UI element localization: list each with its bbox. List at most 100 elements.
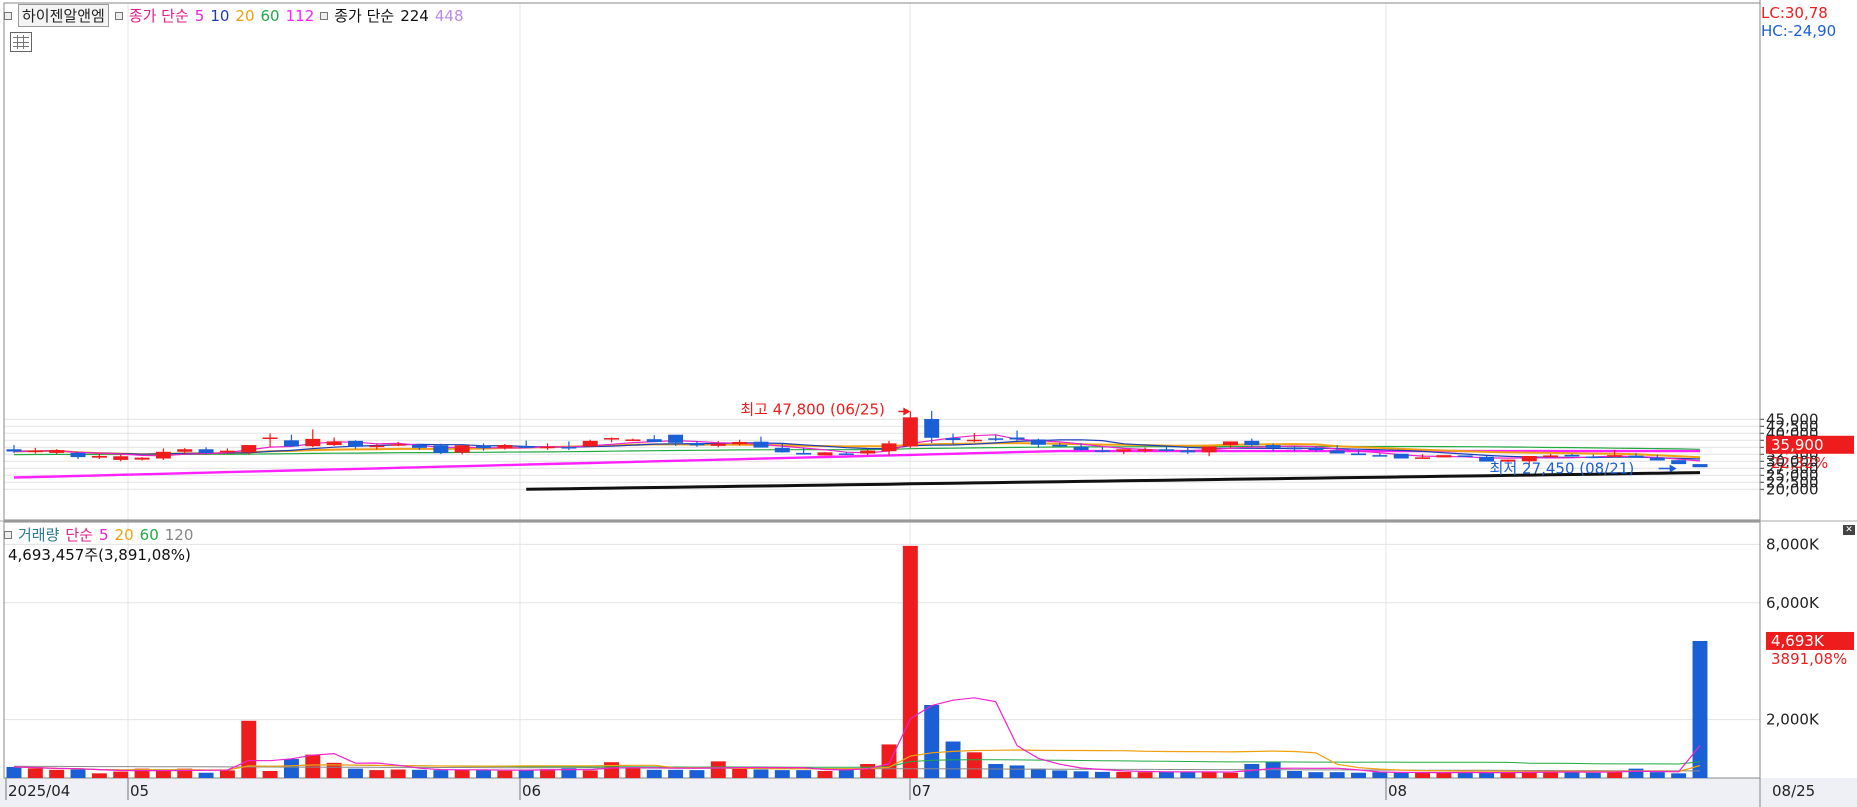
volume-bar xyxy=(1607,772,1623,778)
candle-body xyxy=(433,445,449,453)
volume-ma-title: 단순 xyxy=(65,526,94,544)
candle-body xyxy=(1415,457,1431,459)
volume-bar xyxy=(241,720,257,778)
volume-bar xyxy=(497,770,513,778)
candle-body xyxy=(988,438,1004,440)
candle-body xyxy=(1137,449,1153,452)
candle-body xyxy=(1649,457,1665,461)
volume-bar xyxy=(817,770,833,778)
volume-bar xyxy=(582,770,598,778)
volume-bar xyxy=(689,770,705,778)
volume-bar xyxy=(1479,772,1495,778)
candle-body xyxy=(1457,455,1473,457)
candle-body xyxy=(454,445,470,453)
candle-body xyxy=(1585,456,1601,459)
candle-body xyxy=(732,441,748,445)
candle-body xyxy=(753,441,769,448)
volume-bar xyxy=(1351,772,1367,778)
candle-body xyxy=(198,449,214,453)
volume-bar xyxy=(668,769,684,778)
last-price-label: 35,900 xyxy=(1771,436,1824,454)
volume-title: 거래량 xyxy=(18,526,60,544)
candle-body xyxy=(710,443,726,446)
price-tick-label: 45,000 xyxy=(1766,410,1819,428)
candle-body xyxy=(1116,449,1132,452)
candle-body xyxy=(91,455,107,458)
volume-bar xyxy=(988,763,1004,778)
x-tick-label: 08 xyxy=(1388,782,1407,800)
volume-bar xyxy=(70,769,86,778)
volume-bar xyxy=(283,759,299,778)
candle-body xyxy=(1265,445,1281,448)
candle-body xyxy=(518,446,534,448)
legend-toggle-icon[interactable] xyxy=(4,11,12,20)
candle-body xyxy=(305,438,321,447)
volume-bar xyxy=(155,770,171,778)
x-tick-label: 07 xyxy=(912,782,931,800)
candle-body xyxy=(1223,441,1238,446)
volume-bar xyxy=(1137,772,1153,778)
last-volume-pct-label: 3891,08% xyxy=(1771,650,1847,668)
volume-bar xyxy=(113,771,129,778)
volume-bar xyxy=(1500,772,1516,778)
volume-legend-toggle-icon[interactable] xyxy=(4,530,12,539)
vol-ma5-label: 5 xyxy=(99,525,109,544)
ma224-label: 224 xyxy=(400,6,429,25)
candle-body xyxy=(497,445,513,448)
stock-name-button[interactable]: 하이젠알앤엠 xyxy=(18,4,109,27)
candle-body xyxy=(817,452,833,456)
x-end-date-label: 08/25 xyxy=(1772,782,1815,800)
candle-body xyxy=(241,445,257,453)
volume-bar xyxy=(540,769,556,778)
candle-body xyxy=(881,443,897,452)
volume-bar xyxy=(1180,771,1196,778)
candle-body xyxy=(924,419,940,438)
candle-body xyxy=(369,445,385,448)
ma20-label: 20 xyxy=(235,6,255,25)
candle-body xyxy=(1692,464,1708,468)
volume-bar xyxy=(902,545,918,778)
volume-bar xyxy=(198,772,214,778)
table-icon[interactable] xyxy=(10,32,32,52)
volume-bar xyxy=(1116,771,1132,778)
candle-body xyxy=(155,451,171,459)
candle-body xyxy=(582,440,598,447)
candle-body xyxy=(1158,449,1174,451)
volume-bar xyxy=(347,768,363,778)
vol-ma20-label: 20 xyxy=(114,525,134,544)
stock-chart[interactable]: 20,00022,50025,00027,50030,00032,50035,0… xyxy=(0,0,1857,807)
volume-bar xyxy=(1223,772,1238,778)
volume-bar xyxy=(1158,771,1174,778)
candle-body xyxy=(134,457,150,460)
candle-body xyxy=(177,449,193,452)
long-ma-toggle-icon[interactable] xyxy=(320,11,329,20)
volume-bar xyxy=(27,768,43,778)
ma-legend-toggle-icon[interactable] xyxy=(114,11,123,20)
volume-bar xyxy=(796,770,812,778)
candle-body xyxy=(1628,455,1644,458)
candle-body xyxy=(390,444,406,446)
volume-bar xyxy=(753,769,769,778)
candle-body xyxy=(1030,439,1046,445)
volume-bar xyxy=(860,763,876,778)
candle-body xyxy=(561,447,577,449)
candle-body xyxy=(668,434,684,443)
close-icon[interactable]: ✕ xyxy=(1843,525,1855,535)
candle-body xyxy=(1436,455,1452,458)
candle-body xyxy=(1351,453,1367,456)
volume-bar xyxy=(1628,768,1644,778)
last-change-label: 22,32% xyxy=(1771,454,1828,472)
candle-body xyxy=(1009,437,1025,440)
candle-body xyxy=(1308,447,1324,451)
candle-body xyxy=(860,450,876,454)
lc-label: LC:30,78 xyxy=(1761,4,1828,22)
candle-body xyxy=(1052,444,1068,447)
candle-body xyxy=(262,437,278,439)
volume-bar xyxy=(1649,772,1665,778)
candle-body xyxy=(838,453,854,455)
candle-body xyxy=(796,452,812,455)
volume-bar xyxy=(1094,771,1110,778)
candle-body xyxy=(6,449,22,452)
volume-bar xyxy=(1671,773,1687,778)
candle-body xyxy=(540,446,556,449)
